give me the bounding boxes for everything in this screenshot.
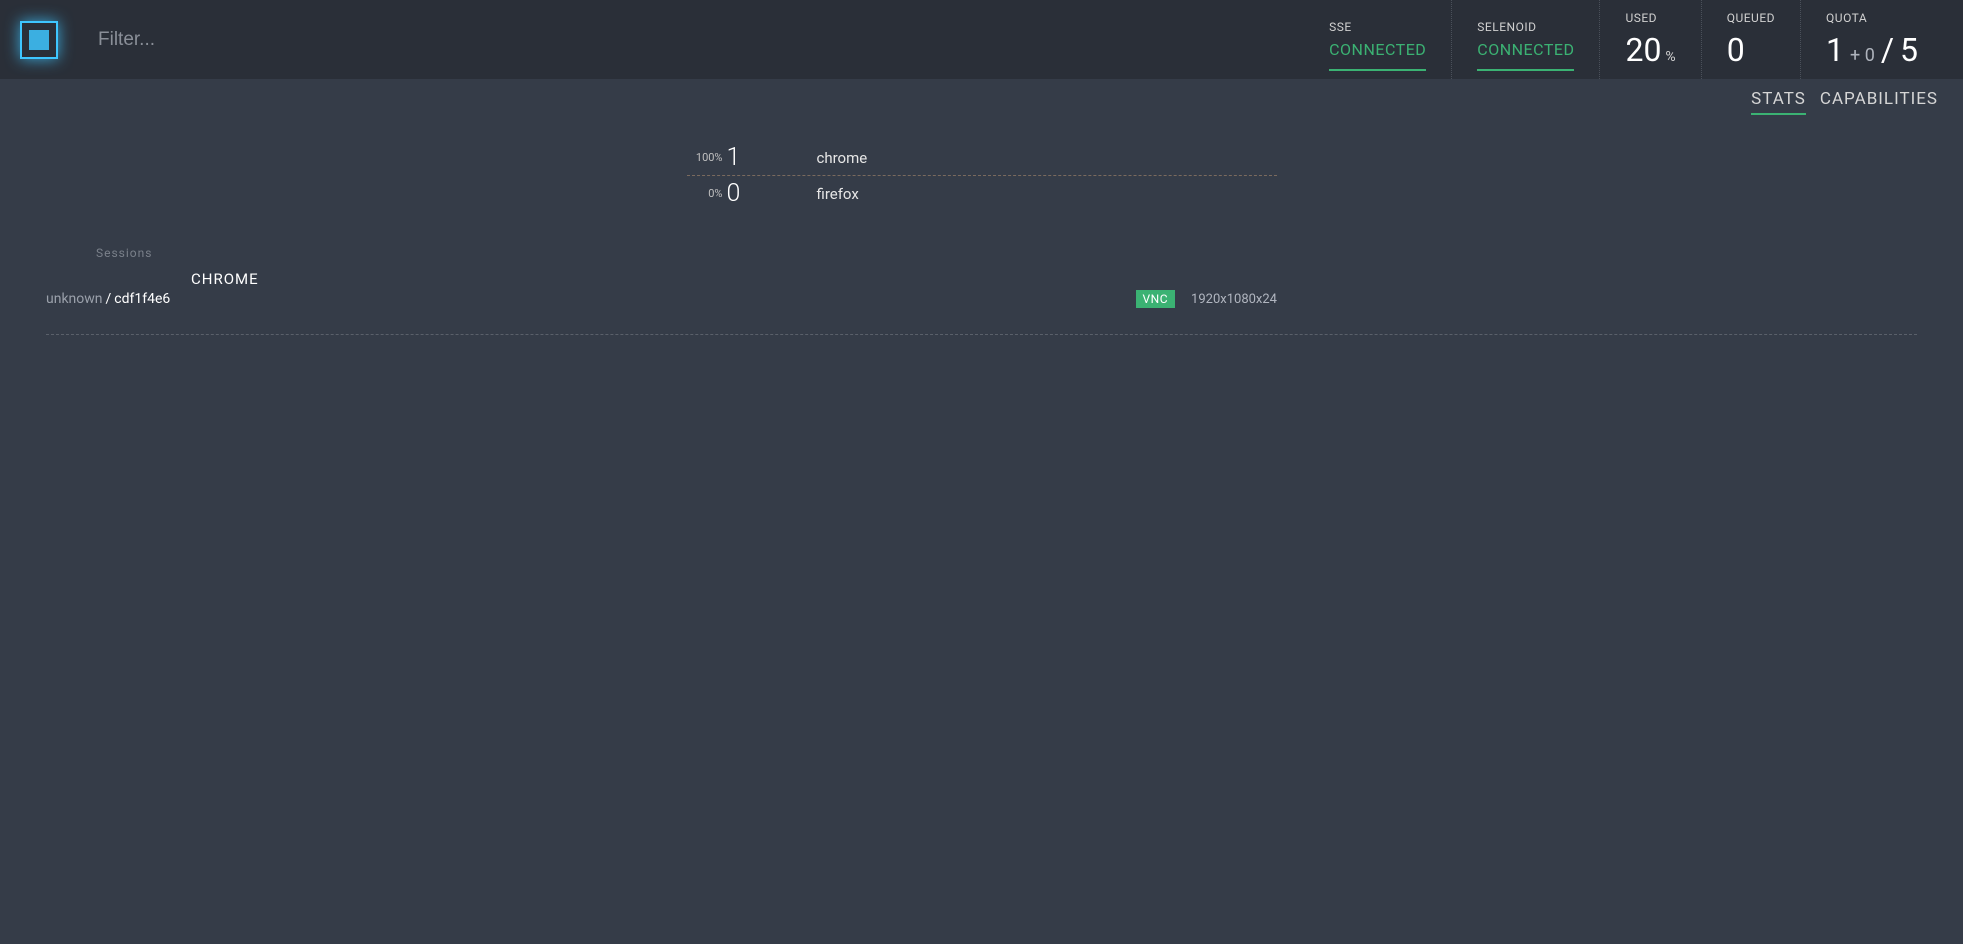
- stat-used-unit: %: [1665, 49, 1675, 65]
- stat-used-label: USED: [1625, 11, 1675, 25]
- stat-used: USED 20 %: [1599, 0, 1700, 79]
- browser-row-firefox[interactable]: 0% 0 firefox: [687, 176, 1277, 211]
- stat-quota-pending: + 0: [1850, 45, 1875, 66]
- stat-quota-total: 5: [1900, 31, 1918, 69]
- stat-queued: QUEUED 0: [1701, 0, 1800, 79]
- stat-quota-label: QUOTA: [1826, 11, 1918, 25]
- stat-sse-status: CONNECTED: [1329, 40, 1426, 71]
- vnc-badge[interactable]: VNC: [1136, 290, 1176, 308]
- stat-selenoid-label: SELENOID: [1477, 20, 1574, 34]
- browser-name: chrome: [817, 149, 868, 167]
- tab-stats[interactable]: STATS: [1751, 89, 1806, 115]
- browser-pct: 100%: [687, 151, 723, 164]
- tab-capabilities[interactable]: CAPABILITIES: [1820, 89, 1938, 115]
- stat-selenoid: SELENOID CONNECTED: [1451, 0, 1599, 79]
- nav-tabs: STATS CAPABILITIES: [0, 79, 1963, 115]
- browser-count: 0: [727, 179, 757, 208]
- browser-count: 1: [727, 143, 757, 172]
- session-resolution: 1920x1080x24: [1191, 292, 1277, 307]
- stat-quota: QUOTA 1 + 0 / 5: [1800, 0, 1943, 79]
- stat-quota-current: 1: [1826, 31, 1844, 69]
- filter-input[interactable]: [98, 29, 898, 51]
- header-stats: SSE CONNECTED SELENOID CONNECTED USED 20…: [1304, 0, 1943, 79]
- stat-queued-value: 0: [1727, 31, 1745, 69]
- session-row[interactable]: unknown / cdf1f4e6 VNC 1920x1080x24: [46, 290, 1917, 335]
- sessions-heading: Sessions: [96, 246, 1963, 260]
- browser-pct: 0%: [687, 187, 723, 200]
- stat-quota-sep: /: [1881, 31, 1894, 69]
- app-logo-icon[interactable]: [20, 21, 58, 59]
- session-id: cdf1f4e6: [114, 291, 170, 307]
- logo-inner-square-icon: [29, 30, 49, 50]
- stat-sse-label: SSE: [1329, 20, 1426, 34]
- session-group: CHROME unknown / cdf1f4e6 VNC 1920x1080x…: [46, 270, 1917, 335]
- session-user: unknown: [46, 291, 103, 307]
- browsers-list: 100% 1 chrome 0% 0 firefox: [687, 140, 1277, 211]
- browser-row-chrome[interactable]: 100% 1 chrome: [687, 140, 1277, 176]
- header-bar: SSE CONNECTED SELENOID CONNECTED USED 20…: [0, 0, 1963, 79]
- stat-sse: SSE CONNECTED: [1304, 0, 1451, 79]
- session-group-name: CHROME: [191, 270, 1917, 288]
- session-separator: /: [106, 291, 112, 307]
- browser-name: firefox: [817, 185, 859, 203]
- stat-selenoid-status: CONNECTED: [1477, 40, 1574, 71]
- stat-used-value: 20: [1625, 31, 1661, 69]
- stat-queued-label: QUEUED: [1727, 11, 1775, 25]
